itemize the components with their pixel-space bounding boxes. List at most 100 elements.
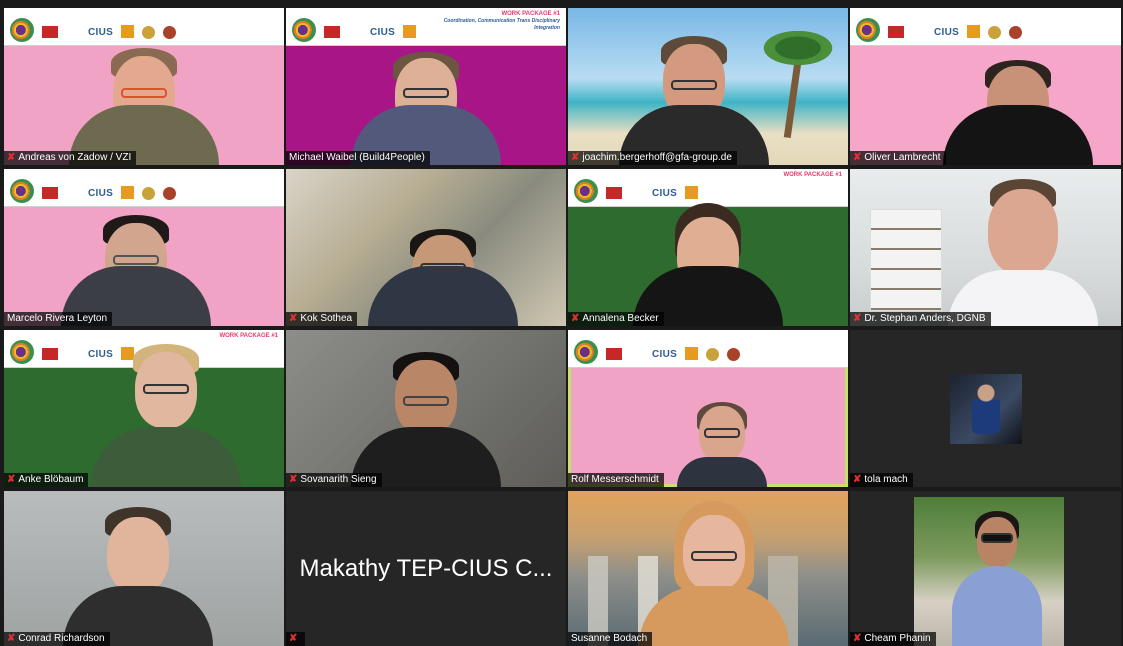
work-package-label: WORK PACKAGE #1 (783, 169, 842, 179)
mic-muted-icon: ✘ (289, 474, 298, 485)
participant-video (363, 229, 523, 326)
project-logo-icon (856, 18, 880, 42)
work-package-title: WORK PACKAGE #1 (219, 333, 278, 339)
project-banner: CIUS (568, 330, 848, 368)
participant-tile[interactable]: ✘ Dr. Stephan Anders, DGNB (850, 169, 1121, 326)
participant-name: Susanne Bodach (571, 633, 648, 644)
avatar (949, 373, 1022, 444)
participant-tile[interactable]: ✘ Conrad Richardson (4, 491, 284, 646)
participant-name-tag: ✘ tola mach (850, 473, 913, 487)
participant-tile[interactable]: ✘ Sovanarith Sieng (286, 330, 566, 487)
mic-muted-icon: ✘ (853, 633, 862, 644)
work-package-label: WORK PACKAGE #1 (219, 330, 278, 340)
partner-logo-icon (685, 347, 699, 360)
participant-tile[interactable]: CIUS Marcelo Rivera Leyton (4, 169, 284, 326)
participant-tile-active-speaker[interactable]: CIUS Rolf Messerschmidt (568, 330, 848, 487)
participant-name-tag: ✘ Cheam Phanin (850, 632, 936, 646)
participant-tile[interactable]: CIUS ✘ Oliver Lambrecht (850, 8, 1121, 165)
university-logo-icon (42, 187, 80, 199)
project-logo-icon (574, 179, 598, 203)
mic-muted-icon: ✘ (7, 474, 16, 485)
participant-video (38, 507, 238, 646)
participant-name-tag: ✘ Conrad Richardson (4, 632, 110, 646)
partner-logo-icon (403, 25, 417, 38)
participant-video (326, 52, 526, 165)
seal-icon (142, 187, 156, 200)
participant-video (44, 48, 244, 165)
university-logo-icon (324, 26, 362, 38)
participant-tile[interactable]: ✘ Cheam Phanin (850, 491, 1121, 646)
participant-video (613, 203, 803, 326)
mic-muted-icon: ✘ (289, 633, 298, 644)
participant-name: Anke Blöbaum (18, 474, 84, 485)
participant-name: Oliver Lambrecht (864, 152, 941, 163)
project-logo-icon (10, 179, 34, 203)
participant-name: Sovanarith Sieng (300, 474, 377, 485)
university-logo-icon (42, 26, 80, 38)
participant-name: joachim.bergerhoff@gfa-group.de (582, 152, 732, 163)
gallery-view-grid: CIUS ✘ Andreas von Zadow / VZI CIUS WORK… (4, 8, 1121, 646)
participant-video (71, 344, 261, 487)
participant-tile[interactable]: CIUS WORK PACKAGE #1 Coordination, Commu… (286, 8, 566, 165)
participant-video (624, 501, 804, 646)
participant-name: Cheam Phanin (864, 633, 931, 644)
participant-name-tag: Michael Waibel (Build4People) (286, 151, 430, 165)
mic-muted-icon: ✘ (853, 313, 862, 324)
project-logo-icon (10, 18, 34, 42)
participant-video (331, 352, 521, 487)
cius-logo: CIUS (88, 27, 114, 38)
participant-tile[interactable]: ✘ Kok Sothea (286, 169, 566, 326)
mic-muted-icon: ✘ (571, 152, 580, 163)
participant-photo (914, 497, 1064, 646)
participant-tile[interactable]: ✘ joachim.bergerhoff@gfa-group.de (568, 8, 848, 165)
participant-name-tag: ✘ Dr. Stephan Anders, DGNB (850, 312, 991, 326)
seal-icon (1009, 26, 1023, 39)
participant-tile[interactable]: ✘ tola mach (850, 330, 1121, 487)
participant-tile[interactable]: CIUS WORK PACKAGE #1 ✘ Annalena Becker (568, 169, 848, 326)
participant-name-tag: ✘ (286, 632, 306, 646)
bookshelf-background (870, 209, 942, 311)
participant-name-tag: ✘ Andreas von Zadow / VZI (4, 151, 137, 165)
participant-display-name: Makathy TEP-CIUS C... (299, 554, 553, 582)
participant-name: Annalena Becker (582, 313, 659, 324)
participant-video (662, 402, 782, 487)
participant-name: Marcelo Rivera Leyton (7, 313, 108, 324)
project-logo-icon (10, 340, 34, 364)
partner-logo-icon (121, 186, 135, 199)
project-logo-icon (292, 18, 316, 42)
cius-logo: CIUS (652, 349, 678, 360)
project-banner: CIUS (4, 169, 284, 207)
participant-name: Rolf Messerschmidt (571, 474, 659, 485)
seal-icon (142, 26, 156, 39)
project-banner: CIUS (4, 8, 284, 46)
participant-name-tag: ✘ Annalena Becker (568, 312, 664, 326)
seal-icon (988, 26, 1002, 39)
participant-name-tag: ✘ Sovanarith Sieng (286, 473, 382, 487)
participant-name-tag: ✘ Oliver Lambrecht (850, 151, 946, 165)
cius-logo: CIUS (88, 188, 114, 199)
work-package-label: WORK PACKAGE #1 Coordination, Communicat… (424, 8, 560, 33)
participant-name-tag: Susanne Bodach (568, 632, 653, 646)
participant-name-tag: ✘ Anke Blöbaum (4, 473, 89, 487)
seal-icon (163, 26, 177, 39)
participant-tile[interactable]: Makathy TEP-CIUS C... ✘ (286, 491, 566, 646)
participant-tile[interactable]: Susanne Bodach (568, 491, 848, 646)
mic-muted-icon: ✘ (289, 313, 298, 324)
participant-tile[interactable]: CIUS ✘ Andreas von Zadow / VZI (4, 8, 284, 165)
university-logo-icon (888, 26, 926, 38)
participant-name: Dr. Stephan Anders, DGNB (864, 313, 986, 324)
participant-tile[interactable]: CIUS WORK PACKAGE #1 ✘ Anke Blöbaum (4, 330, 284, 487)
cius-logo: CIUS (652, 188, 678, 199)
participant-name-tag: Marcelo Rivera Leyton (4, 312, 113, 326)
mic-muted-icon: ✘ (853, 474, 862, 485)
participant-name: Kok Sothea (300, 313, 353, 324)
cius-logo: CIUS (934, 27, 960, 38)
project-banner: CIUS WORK PACKAGE #1 (568, 169, 848, 207)
mic-muted-icon: ✘ (853, 152, 862, 163)
mic-muted-icon: ✘ (7, 633, 16, 644)
cius-logo: CIUS (370, 27, 396, 38)
participant-name-tag: ✘ joachim.bergerhoff@gfa-group.de (568, 151, 737, 165)
partner-logo-icon (121, 25, 135, 38)
seal-icon (706, 348, 720, 361)
participant-video (46, 215, 226, 326)
